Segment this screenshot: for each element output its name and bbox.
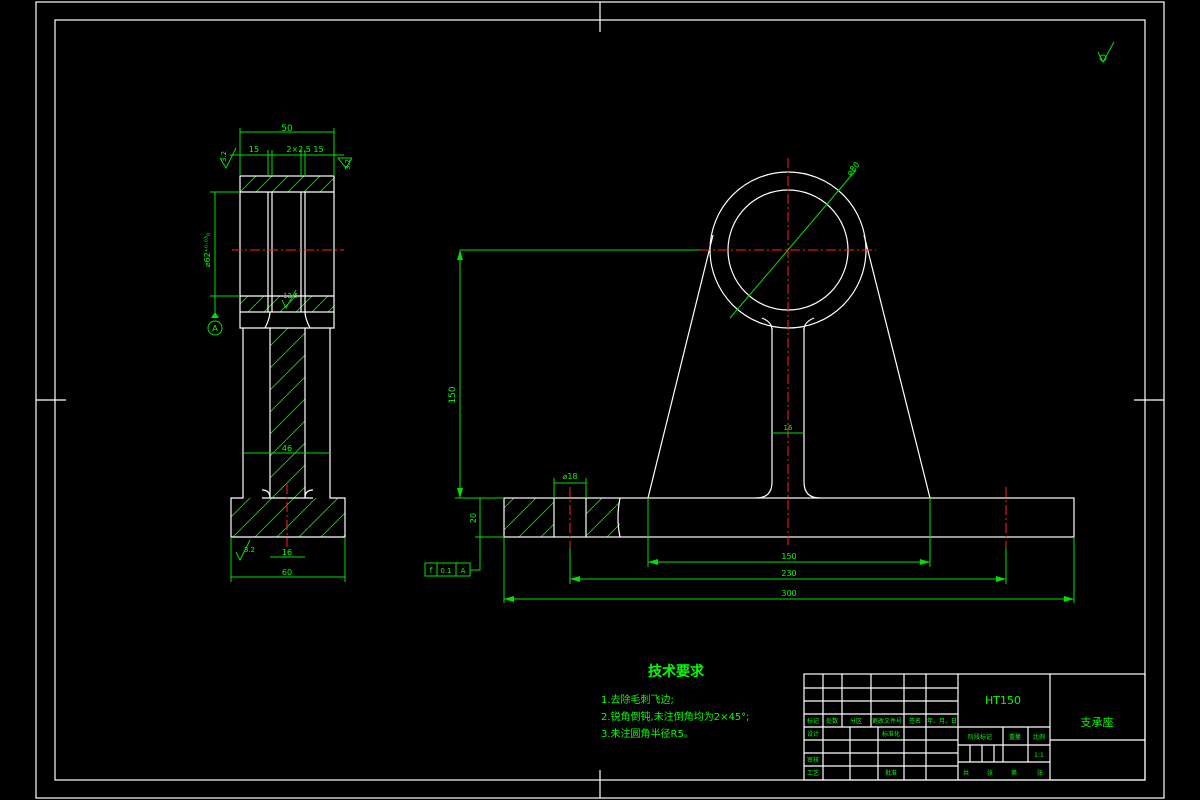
sheets-unit-1: 张 [987,769,993,777]
roughness-1: 3.2 [220,151,228,162]
rev-header-doc: 更改文件号 [872,717,902,725]
process-label: 工艺 [807,769,819,777]
tech-req-3: 3.未注圆角半径R5。 [601,727,694,740]
centering-marks [36,2,1164,798]
dim-230: 230 [781,569,796,578]
tech-req-2: 2.锐角倒钝,未注倒角均为2×45°; [601,710,750,723]
rev-header-zone: 分区 [850,717,862,725]
part-name: 支承座 [1081,715,1114,729]
rev-header-mark: 标记 [807,717,819,725]
design-label: 设计 [807,730,819,738]
rev-header-date: 年、月、日 [927,717,957,725]
rev-header-sign: 签名 [909,717,921,725]
roughness-3: 12.5 [283,292,299,300]
dim-dia80: ⌀80 [845,160,862,177]
dim-width-top: 50 [281,124,293,134]
dim-hole: ⌀18 [563,472,578,481]
sheets-unit-2: 张 [1037,769,1043,777]
dim-groove: 2×2.5 15 [286,145,323,154]
dim-web-front: 16 [784,424,793,432]
side-view [207,128,353,582]
dim-base-width: 60 [282,568,292,577]
dim-dia62: ⌀62⁺⁰·⁰³₀ [203,233,212,268]
roughness-4: 3.2 [244,546,255,554]
general-roughness-icon [1097,41,1115,64]
dim-base-h: 20 [469,513,478,523]
scale-value: 1:1 [1034,752,1044,759]
front-view [424,158,1075,603]
rev-header-count: 处数 [826,717,838,725]
stage-mark-label: 阶段标记 [968,733,992,741]
title-block-labels: HT150 支承座 标记 处数 分区 更改文件号 签名 年、月、日 设计 标准化… [807,694,1114,777]
dim-base-hole: 16 [282,548,292,557]
dim-height: 150 [448,386,458,403]
roughness-2: 3.2 [344,159,352,170]
drawing-canvas: 50 15 2×2.5 15 ⌀62⁺⁰·⁰³₀ 46 16 60 3.2 3.… [35,1,1165,799]
dim-15: 15 [249,145,259,154]
scale-label: 比例 [1033,733,1045,741]
dim-web: 46 [282,444,292,453]
fcf-symbol: f [430,566,433,575]
front-view-labels: ⌀80 150 20 ⌀18 16 150 230 300 f 0.1 A [430,160,862,598]
dim-300: 300 [781,589,796,598]
datum-a-label: A [212,324,218,333]
sheet-num-label: 第 [1011,769,1017,777]
standard-label: 标准化 [882,730,900,738]
sheets-total-label: 共 [963,769,969,777]
tech-req-1: 1.去除毛刺飞边; [601,693,674,706]
tech-req-title: 技术要求 [648,663,705,680]
fcf-tolerance: 0.1 [440,567,451,575]
check-label: 审核 [807,756,819,764]
dim-150: 150 [781,552,796,561]
fcf-datum: A [461,567,466,575]
weight-label: 重量 [1009,733,1021,741]
tech-requirements: 技术要求 1.去除毛刺飞边; 2.锐角倒钝,未注倒角均为2×45°; 3.未注圆… [601,663,750,740]
approve-label: 批准 [885,769,897,777]
sheet-inner-border [54,19,1146,781]
material-label: HT150 [985,694,1021,707]
sheet-outer-border [35,1,1165,799]
